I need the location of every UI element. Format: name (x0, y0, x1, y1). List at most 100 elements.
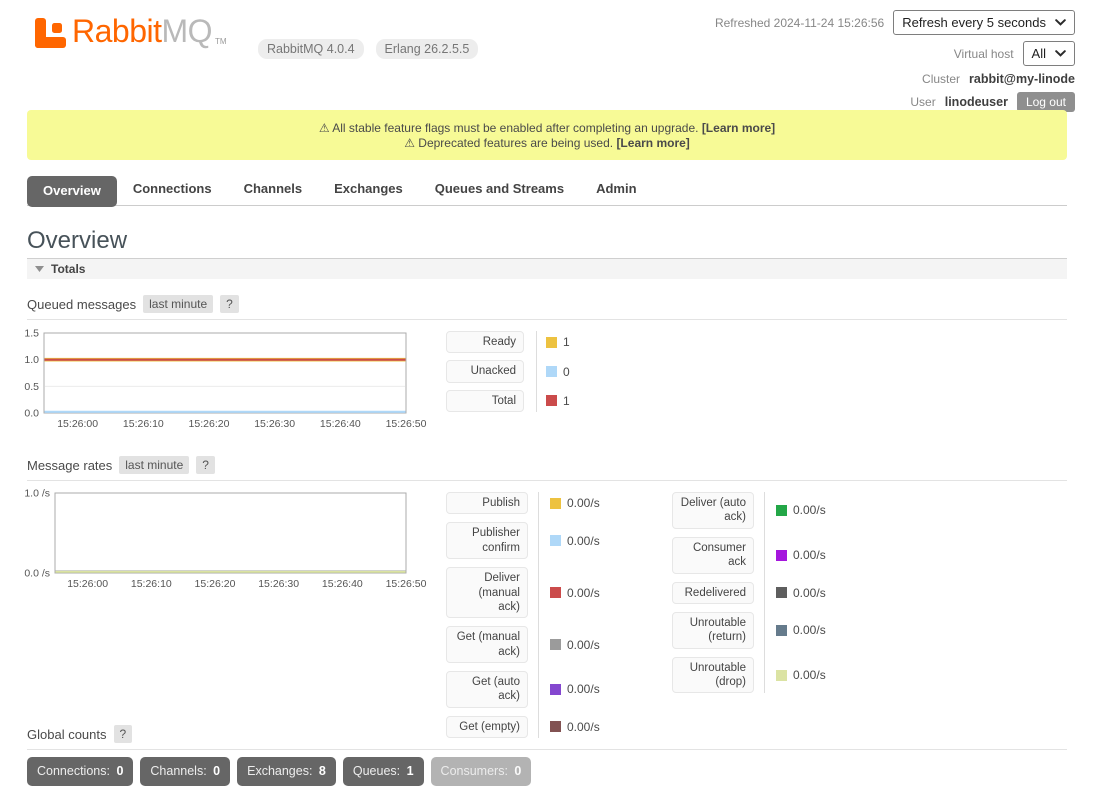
message-rates-title: Message rates (27, 458, 112, 473)
svg-text:15:26:20: 15:26:20 (195, 578, 236, 590)
legend-unroutable-drop-value: 0.00/s (754, 668, 874, 682)
svg-text:15:26:40: 15:26:40 (322, 578, 363, 590)
message-rates-legend-left: Publish0.00/sPublisher confirm0.00/sDeli… (446, 492, 648, 738)
totals-label: Totals (51, 262, 85, 276)
get-auto-ack-swatch (550, 684, 561, 695)
erlang-version-badge: Erlang 26.2.5.5 (376, 39, 479, 59)
legend-get-manual-ack-button[interactable]: Get (manual ack) (446, 626, 528, 663)
legend-divider (764, 492, 765, 693)
legend-deliver-manual-ack-button[interactable]: Deliver (manual ack) (446, 567, 528, 618)
svg-text:15:26:30: 15:26:30 (258, 578, 299, 590)
legend-deliver-auto-ack-button[interactable]: Deliver (auto ack) (672, 492, 754, 529)
brand-rabbit: Rabbit (72, 13, 162, 49)
rabbitmq-logo-icon (35, 18, 66, 48)
legend-publisher-confirm-button[interactable]: Publisher confirm (446, 522, 528, 559)
user-label: User (910, 95, 935, 109)
brand-mq: MQ (162, 13, 213, 49)
legend-unacked-button[interactable]: Unacked (446, 360, 524, 382)
legend-ready-value: 1 (524, 335, 644, 349)
unroutable-drop-swatch (776, 670, 787, 681)
legend-unroutable-return-value: 0.00/s (754, 623, 874, 637)
chevron-down-icon (1055, 19, 1066, 26)
legend-total-button[interactable]: Total (446, 390, 524, 412)
queued-period-badge[interactable]: last minute (143, 295, 213, 313)
message-rates-header: Message rates last minute ? (27, 456, 1067, 481)
totals-section-header[interactable]: Totals (27, 258, 1067, 279)
deliver-manual-ack-swatch (550, 587, 561, 598)
ready-swatch (546, 337, 557, 348)
rabbitmq-version-badge: RabbitMQ 4.0.4 (258, 39, 364, 59)
legend-unroutable-drop-button[interactable]: Unroutable (drop) (672, 657, 754, 694)
deprecated-features-warning: ⚠ Deprecated features are being used. [L… (27, 136, 1067, 151)
global-count-consumers: Consumers: 0 (431, 757, 532, 786)
svg-text:15:26:00: 15:26:00 (57, 418, 98, 430)
page-title: Overview (27, 227, 127, 255)
legend-ready-button[interactable]: Ready (446, 331, 524, 353)
svg-text:1.0: 1.0 (24, 354, 39, 366)
queued-messages-title: Queued messages (27, 297, 136, 312)
queued-messages-legend: Ready1Unacked0Total1 (446, 331, 644, 412)
svg-text:15:26:00: 15:26:00 (67, 578, 108, 590)
svg-text:0.5: 0.5 (24, 381, 39, 393)
legend-publisher-confirm-value: 0.00/s (528, 534, 648, 548)
feature-flags-learn-more-link[interactable]: [Learn more] (702, 121, 775, 135)
legend-get-auto-ack-value: 0.00/s (528, 682, 648, 696)
trademark-label: TM (215, 37, 227, 46)
tab-admin[interactable]: Admin (580, 174, 652, 205)
version-badges: RabbitMQ 4.0.4 Erlang 26.2.5.5 (258, 39, 478, 59)
svg-text:15:26:50: 15:26:50 (386, 418, 427, 430)
legend-redelivered-button[interactable]: Redelivered (672, 582, 754, 604)
tab-exchanges[interactable]: Exchanges (318, 174, 419, 205)
legend-publish-button[interactable]: Publish (446, 492, 528, 514)
global-count-channels: Channels: 0 (140, 757, 230, 786)
legend-divider (538, 492, 539, 738)
legend-redelivered-value: 0.00/s (754, 586, 874, 600)
total-swatch (546, 395, 557, 406)
rates-period-badge[interactable]: last minute (119, 456, 189, 474)
message-rates-chart: 1.0 /s0.0 /s15:26:0015:26:1015:26:2015:2… (27, 489, 457, 589)
queued-messages-header: Queued messages last minute ? (27, 295, 1067, 320)
consumer-ack-swatch (776, 550, 787, 561)
logout-button[interactable]: Log out (1017, 92, 1075, 112)
publisher-confirm-swatch (550, 535, 561, 546)
svg-text:0.0 /s: 0.0 /s (24, 568, 50, 580)
svg-text:15:26:30: 15:26:30 (254, 418, 295, 430)
svg-text:15:26:10: 15:26:10 (123, 418, 164, 430)
global-counts-header: Global counts ? (27, 725, 1067, 750)
svg-text:15:26:50: 15:26:50 (386, 578, 427, 590)
legend-publish-value: 0.00/s (528, 496, 648, 510)
refreshed-timestamp: Refreshed 2024-11-24 15:26:56 (715, 16, 884, 30)
redelivered-swatch (776, 587, 787, 598)
feature-flags-warning: ⚠ All stable feature flags must be enabl… (27, 121, 1067, 136)
warning-banner: ⚠ All stable feature flags must be enabl… (27, 110, 1067, 160)
legend-consumer-ack-button[interactable]: Consumer ack (672, 537, 754, 574)
svg-text:15:26:10: 15:26:10 (131, 578, 172, 590)
legend-get-auto-ack-button[interactable]: Get (auto ack) (446, 671, 528, 708)
global-counts-row: Connections: 0Channels: 0Exchanges: 8Que… (27, 757, 531, 786)
legend-unroutable-return-button[interactable]: Unroutable (return) (672, 612, 754, 649)
legend-unacked-value: 0 (524, 365, 644, 379)
tab-overview[interactable]: Overview (27, 176, 117, 207)
queued-help-icon[interactable]: ? (220, 295, 239, 313)
cluster-name: rabbit@my-linode (969, 72, 1075, 86)
tab-connections[interactable]: Connections (117, 174, 228, 205)
tab-queues-and-streams[interactable]: Queues and Streams (419, 174, 580, 205)
global-count-connections: Connections: 0 (27, 757, 133, 786)
legend-consumer-ack-value: 0.00/s (754, 548, 874, 562)
user-name: linodeuser (945, 95, 1008, 109)
deprecated-learn-more-link[interactable]: [Learn more] (616, 136, 689, 150)
rabbitmq-management-overview: RabbitMQ TM RabbitMQ 4.0.4 Erlang 26.2.5… (0, 0, 1094, 794)
rabbitmq-logo[interactable]: RabbitMQ TM (35, 13, 227, 49)
get-manual-ack-swatch (550, 639, 561, 650)
tab-channels[interactable]: Channels (228, 174, 319, 205)
virtual-host-label: Virtual host (954, 47, 1014, 61)
queued-messages-chart: 1.51.00.50.015:26:0015:26:1015:26:2015:2… (27, 329, 457, 429)
virtual-host-select[interactable]: All (1023, 41, 1075, 66)
rates-help-icon[interactable]: ? (196, 456, 215, 474)
refresh-interval-select[interactable]: Refresh every 5 seconds (893, 10, 1075, 35)
unroutable-return-swatch (776, 625, 787, 636)
global-counts-help-icon[interactable]: ? (114, 725, 133, 743)
svg-text:1.5: 1.5 (24, 328, 39, 340)
global-count-queues: Queues: 1 (343, 757, 424, 786)
legend-total-value: 1 (524, 394, 644, 408)
